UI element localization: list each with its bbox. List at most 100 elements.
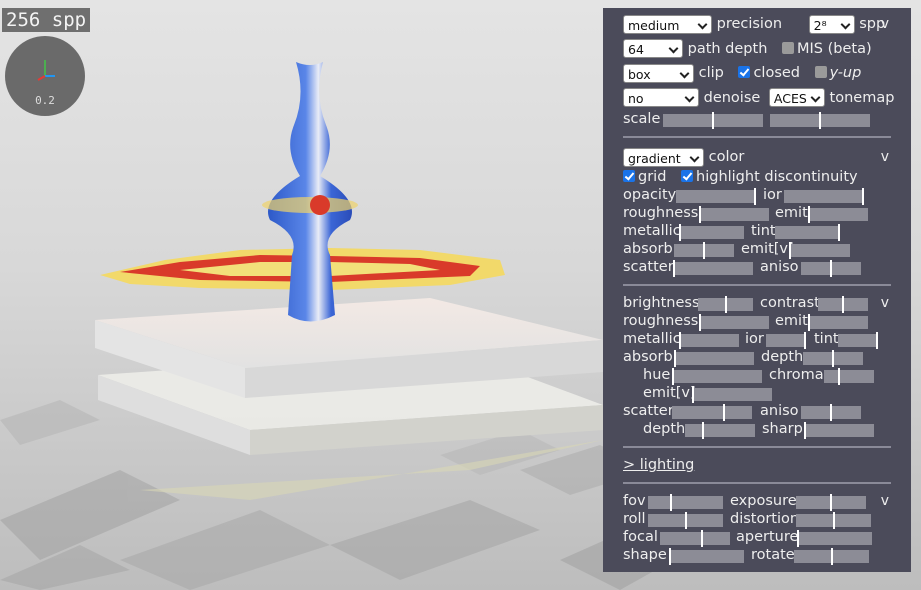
- ior-slider[interactable]: [784, 188, 864, 205]
- slider-knob[interactable]: [703, 242, 705, 259]
- scatter-label: scatter: [623, 259, 674, 275]
- slider-knob[interactable]: [684, 512, 687, 529]
- slider-knob[interactable]: [862, 188, 864, 205]
- slider-knob[interactable]: [699, 314, 701, 331]
- roughness-slider[interactable]: [699, 206, 769, 223]
- aniso-slider[interactable]: [801, 260, 861, 277]
- ior-slider[interactable]: [766, 332, 806, 349]
- slider-knob[interactable]: [674, 350, 676, 367]
- slider-knob[interactable]: [830, 494, 832, 511]
- depth-slider[interactable]: [685, 422, 755, 439]
- shape-slider[interactable]: [669, 548, 744, 565]
- focal-slider[interactable]: [660, 530, 730, 547]
- absorb-slider[interactable]: [674, 242, 734, 259]
- aperture-slider[interactable]: [797, 530, 872, 547]
- opacity-slider[interactable]: [676, 188, 756, 205]
- camera-row: focal aperture: [623, 528, 891, 547]
- brightness-slider[interactable]: [698, 296, 753, 313]
- scale-slider-2[interactable]: [770, 112, 870, 129]
- slider-knob[interactable]: [724, 296, 727, 313]
- slider-knob[interactable]: [669, 548, 671, 565]
- ior-label: ior: [745, 331, 764, 347]
- axis-gizmo[interactable]: 0.2: [5, 36, 85, 116]
- render-row-scale: scale: [623, 110, 891, 129]
- slider-knob[interactable]: [723, 404, 725, 421]
- slider-knob[interactable]: [673, 260, 675, 277]
- slider-knob[interactable]: [808, 314, 810, 331]
- spp-counter: 256 spp: [2, 8, 91, 32]
- roll-slider[interactable]: [648, 512, 723, 529]
- slider-knob[interactable]: [692, 386, 694, 403]
- tint-slider[interactable]: [838, 332, 878, 349]
- collapse-toggle[interactable]: v: [881, 12, 889, 37]
- fov-slider[interactable]: [648, 494, 723, 511]
- rotate-label: rotate: [751, 547, 795, 563]
- yup-checkbox[interactable]: [814, 66, 827, 79]
- material-row-color: gradient color v: [623, 146, 891, 168]
- slider-knob[interactable]: [838, 368, 840, 385]
- path-depth-select[interactable]: 64: [623, 39, 683, 59]
- slider-knob[interactable]: [679, 224, 681, 241]
- spp-select[interactable]: 2⁸: [808, 14, 855, 34]
- slider-knob[interactable]: [804, 332, 806, 349]
- emit-label: emit: [775, 313, 808, 329]
- denoise-select[interactable]: no: [623, 88, 699, 108]
- grid-checkbox[interactable]: [623, 170, 635, 182]
- tint-slider[interactable]: [775, 224, 840, 241]
- lighting-link[interactable]: > lighting: [623, 457, 694, 473]
- slider-knob[interactable]: [701, 530, 703, 547]
- depth-slider[interactable]: [803, 350, 863, 367]
- hue-slider[interactable]: [672, 368, 762, 385]
- precision-label: precision: [716, 16, 783, 32]
- slider-knob[interactable]: [832, 350, 834, 367]
- slider-knob[interactable]: [672, 368, 674, 385]
- slider-knob[interactable]: [830, 548, 833, 565]
- scale-slider[interactable]: [663, 112, 763, 129]
- emitv-slider[interactable]: [789, 242, 850, 259]
- slider-knob[interactable]: [876, 332, 878, 349]
- emitv-slider[interactable]: [692, 386, 772, 403]
- clip-select[interactable]: box: [623, 63, 694, 83]
- emit-slider[interactable]: [808, 206, 868, 223]
- slider-knob[interactable]: [679, 332, 681, 349]
- collapse-toggle[interactable]: v: [881, 294, 889, 312]
- absorb-slider[interactable]: [674, 350, 754, 367]
- scatter-slider[interactable]: [673, 260, 753, 277]
- slider-knob[interactable]: [701, 422, 704, 439]
- highlight-checkbox[interactable]: [681, 170, 694, 182]
- emit-slider[interactable]: [808, 314, 868, 331]
- metallic-slider[interactable]: [679, 332, 739, 349]
- slider-knob[interactable]: [842, 296, 844, 313]
- roughness-slider[interactable]: [699, 314, 769, 331]
- slider-knob[interactable]: [819, 112, 821, 129]
- aniso-slider[interactable]: [801, 404, 861, 421]
- color-select[interactable]: gradient: [623, 147, 704, 167]
- collapse-toggle[interactable]: v: [881, 146, 889, 168]
- slider-knob[interactable]: [808, 206, 810, 223]
- tonemap-select[interactable]: ACES: [768, 88, 825, 108]
- scatter-slider[interactable]: [672, 404, 752, 421]
- metallic-slider[interactable]: [679, 224, 744, 241]
- slider-knob[interactable]: [797, 530, 799, 547]
- slider-knob[interactable]: [830, 260, 832, 277]
- slider-knob[interactable]: [699, 206, 701, 223]
- slider-knob[interactable]: [754, 188, 756, 205]
- chroma-slider[interactable]: [824, 368, 874, 385]
- collapse-toggle[interactable]: v: [881, 492, 889, 510]
- slider-knob[interactable]: [830, 404, 832, 421]
- slider-knob[interactable]: [669, 494, 672, 511]
- slider-knob[interactable]: [838, 224, 840, 241]
- sharp-slider[interactable]: [804, 422, 874, 439]
- exposure-slider[interactable]: [796, 494, 866, 511]
- distortion-slider[interactable]: [796, 512, 871, 529]
- contrast-slider[interactable]: [818, 296, 868, 313]
- closed-checkbox[interactable]: [738, 66, 751, 79]
- slider-knob[interactable]: [789, 242, 791, 259]
- slider-knob[interactable]: [832, 512, 835, 529]
- slider-knob[interactable]: [804, 422, 806, 439]
- mis-checkbox[interactable]: [782, 41, 794, 54]
- slider-knob[interactable]: [712, 112, 714, 129]
- precision-select[interactable]: medium: [623, 14, 712, 34]
- denoise-label: denoise: [703, 89, 761, 106]
- rotate-slider[interactable]: [794, 548, 869, 565]
